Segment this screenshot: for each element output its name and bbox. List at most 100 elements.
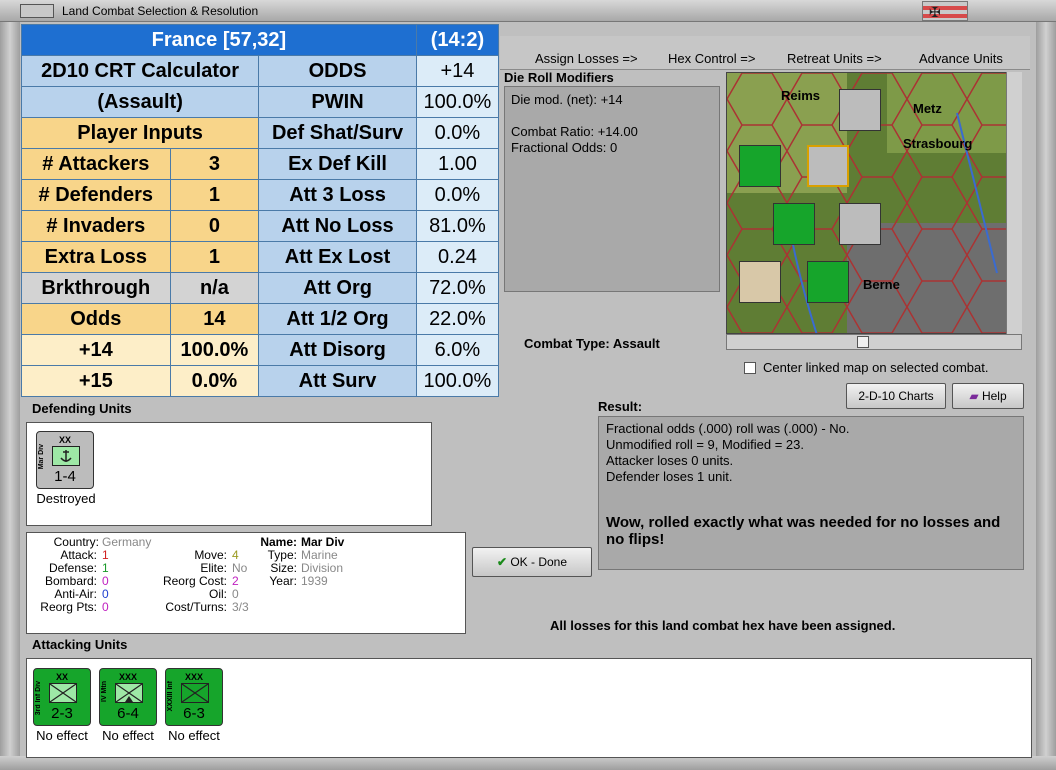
attacking-unit-counter[interactable]: XXX IV Mtn 6-4	[99, 668, 157, 726]
linked-map[interactable]: Reims Metz Strasbourg Berne	[726, 72, 1022, 334]
crt-calculator-table: France [57,32] (14:2) 2D10 CRT Calculato…	[20, 24, 500, 397]
defending-units-box: XX Mar Div 1-4 Destroyed	[26, 422, 432, 526]
map-unit-counter[interactable]	[807, 261, 849, 303]
crt-label: PWIN	[258, 86, 417, 118]
unit-size: XX	[55, 672, 68, 682]
result-line: Attacker loses 0 units.	[606, 453, 734, 468]
crt-calc-subtitle: (Assault)	[20, 86, 260, 118]
result-box: Fractional odds (.000) roll was (.000) -…	[598, 416, 1024, 570]
hex-control-link[interactable]: Hex Control =>	[668, 51, 755, 66]
combat-ratio-line: Combat Ratio: +14.00	[511, 124, 638, 139]
map-city-berne: Berne	[863, 277, 900, 292]
system-menu-icon[interactable]	[20, 4, 54, 18]
assign-losses-link[interactable]: Assign Losses =>	[535, 51, 638, 66]
crt-header-ratio: (14:2)	[415, 24, 500, 56]
crt-header-hex: France [57,32]	[21, 24, 417, 56]
unit-name: Mar Div	[38, 444, 45, 470]
year-value: 1939	[301, 574, 328, 588]
crt-value: 100.0%	[415, 86, 500, 118]
reorg-pts-label: Reorg Pts:	[40, 600, 97, 614]
die-roll-box: Die mod. (net): +14 Combat Ratio: +14.00…	[504, 86, 720, 292]
result-line: Unmodified roll = 9, Modified = 23.	[606, 437, 804, 452]
retreat-units-link[interactable]: Retreat Units =>	[787, 51, 882, 66]
map-city-reims: Reims	[781, 88, 821, 103]
input-label: Extra Loss	[21, 241, 171, 273]
input-value[interactable]: 1	[169, 241, 260, 273]
crt-label: Att Surv	[258, 365, 417, 397]
defending-units-heading: Defending Units	[32, 401, 132, 416]
map-unit-counter[interactable]	[739, 145, 781, 187]
crt-label: Att Ex Lost	[258, 241, 417, 273]
reorg-pts-value: 0	[102, 600, 109, 614]
odds-label: +15	[21, 365, 171, 397]
odds-value: 0.0%	[169, 365, 260, 397]
help-button[interactable]: ▰ Help	[952, 383, 1024, 409]
ok-done-button[interactable]: ✔ OK - Done	[472, 547, 592, 577]
center-map-checkbox[interactable]	[744, 362, 756, 374]
map-city-strasbourg: Strasbourg	[903, 136, 973, 151]
map-scrollbar-horizontal[interactable]	[726, 334, 1022, 350]
input-value: n/a	[169, 272, 260, 304]
crt-label: Att Org	[258, 272, 417, 304]
crt-value: 0.24	[415, 241, 500, 273]
unit-size: XXX	[118, 672, 137, 682]
map-scrollbar-vertical[interactable]	[1006, 72, 1022, 334]
crt-value: 0.0%	[415, 117, 500, 149]
map-unit-counter[interactable]	[739, 261, 781, 303]
fractional-odds-line: Fractional Odds: 0	[511, 140, 618, 155]
help-book-icon: ▰	[969, 389, 979, 403]
attacking-unit-counter[interactable]: XX 3rd Inf Div 2-3	[33, 668, 91, 726]
input-label: # Invaders	[21, 210, 171, 242]
crt-value: 0.0%	[415, 179, 500, 211]
phase-nav: Assign Losses => Hex Control => Retreat …	[500, 36, 1030, 70]
marine-anchor-icon	[52, 446, 80, 466]
crt-label: Att No Loss	[258, 210, 417, 242]
input-label: # Attackers	[21, 148, 171, 180]
map-unit-counter[interactable]	[773, 203, 815, 245]
map-unit-counter[interactable]	[807, 145, 849, 187]
player-inputs-heading: Player Inputs	[20, 117, 260, 149]
unit-stats: 2-3	[51, 705, 73, 722]
crt-value: 6.0%	[415, 334, 500, 366]
unit-stats: 1-4	[54, 468, 76, 485]
bottom-border	[0, 756, 1056, 770]
all-losses-message: All losses for this land combat hex have…	[550, 618, 896, 633]
die-mod-line: Die mod. (net): +14	[511, 92, 623, 107]
input-value[interactable]: 14	[169, 303, 260, 335]
unit-size: XXX	[184, 672, 203, 682]
unit-stats: 6-4	[117, 705, 139, 722]
defending-unit-counter[interactable]: XX Mar Div 1-4	[36, 431, 94, 489]
input-value[interactable]: 3	[169, 148, 260, 180]
map-scroll-thumb[interactable]	[857, 336, 869, 348]
crt-label: Ex Def Kill	[258, 148, 417, 180]
input-value[interactable]: 1	[169, 179, 260, 211]
map-city-metz: Metz	[913, 101, 942, 116]
crt-label: Att 3 Loss	[258, 179, 417, 211]
defending-unit-status: Destroyed	[36, 491, 96, 506]
crt-value: +14	[415, 55, 500, 87]
input-label: # Defenders	[21, 179, 171, 211]
input-label: Odds	[21, 303, 171, 335]
cost-turns-value: 3/3	[232, 600, 249, 614]
result-line: Fractional odds (.000) roll was (.000) -…	[606, 421, 850, 436]
crt-value: 1.00	[415, 148, 500, 180]
crt-label: Att Disorg	[258, 334, 417, 366]
crt-value: 72.0%	[415, 272, 500, 304]
input-value[interactable]: 0	[169, 210, 260, 242]
advance-units-link[interactable]: Advance Units	[919, 51, 1003, 66]
crt-label: Att 1/2 Org	[258, 303, 417, 335]
year-label: Year:	[269, 574, 297, 588]
right-border	[1036, 22, 1056, 770]
attacking-units-heading: Attacking Units	[32, 637, 128, 652]
crt-value: 100.0%	[415, 365, 500, 397]
unit-info-panel: Country: Germany Attack: 1 Defense: 1 Bo…	[26, 532, 466, 634]
title-bar: Land Combat Selection & Resolution ✠	[0, 0, 1056, 22]
input-label: Brkthrough	[21, 272, 171, 304]
help-button-label: Help	[981, 389, 1007, 403]
charts-button[interactable]: 2-D-10 Charts	[846, 383, 946, 409]
result-line: Defender loses 1 unit.	[606, 469, 733, 484]
map-unit-counter[interactable]	[839, 203, 881, 245]
attacking-unit-counter[interactable]: XXX XXXIII Inf 6-3	[165, 668, 223, 726]
german-war-flag-icon: ✠	[922, 1, 968, 21]
map-unit-counter[interactable]	[839, 89, 881, 131]
